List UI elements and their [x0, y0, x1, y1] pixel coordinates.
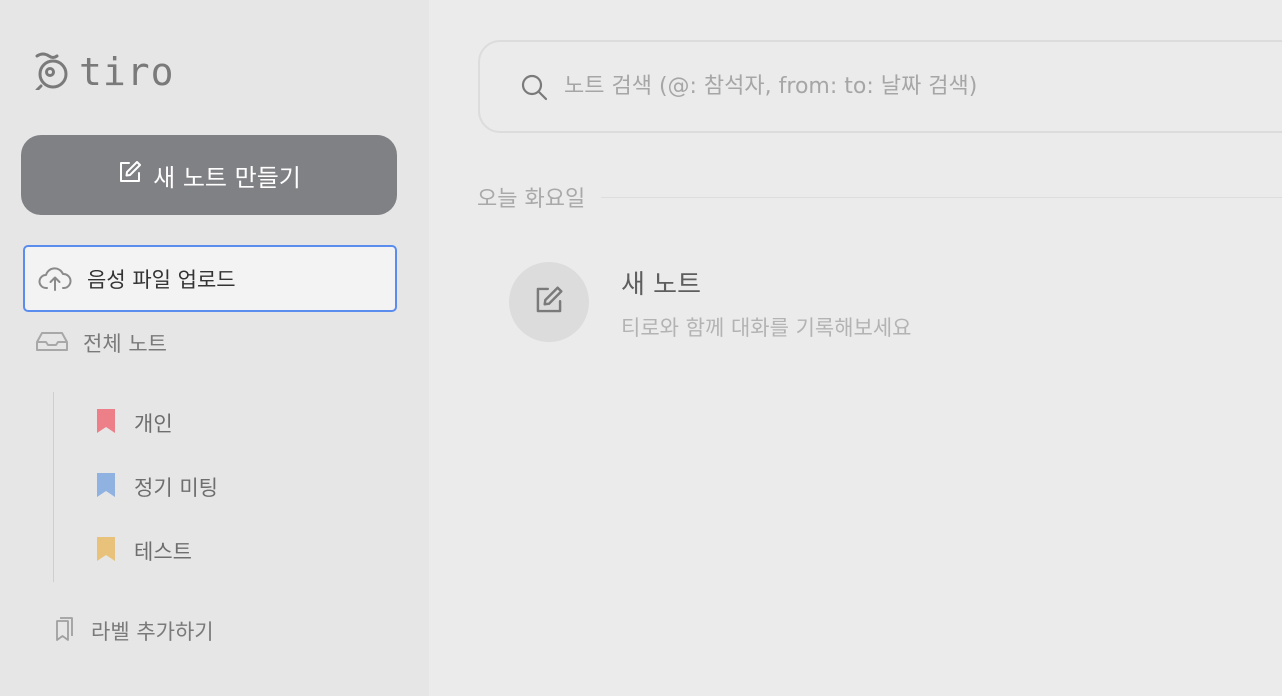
all-notes-label: 전체 노트: [83, 332, 167, 356]
search-input[interactable]: [562, 73, 1266, 100]
label-tree-line: [53, 392, 54, 582]
note-subtitle: 티로와 함께 대화를 기록해보세요: [621, 316, 912, 340]
add-label-text: 라벨 추가하기: [91, 620, 214, 644]
add-label-button[interactable]: 라벨 추가하기: [53, 611, 214, 651]
label-item-personal[interactable]: 개인: [96, 403, 173, 443]
cloud-upload-icon: [37, 266, 73, 292]
new-note-label: 새 노트 만들기: [153, 163, 301, 192]
new-note-button[interactable]: 새 노트 만들기: [21, 135, 397, 215]
upload-audio-button[interactable]: 음성 파일 업로드: [23, 245, 397, 312]
all-notes-nav-item[interactable]: 전체 노트: [35, 323, 167, 363]
label-name: 테스트: [134, 540, 192, 564]
label-name: 개인: [134, 412, 173, 436]
bookmark-icon: [96, 536, 116, 567]
sidebar: tiro 새 노트 만들기 음성 파일 업로드 전체 노트 개인 정기 미팅 테…: [0, 0, 429, 696]
edit-icon: [533, 284, 565, 320]
section-divider: [601, 196, 1282, 198]
logo-text: tiro: [79, 50, 175, 94]
app-logo[interactable]: tiro: [33, 52, 175, 92]
date-section-title: 오늘 화요일: [477, 187, 586, 212]
new-note-card[interactable]: 새 노트 티로와 함께 대화를 기록해보세요: [509, 262, 1109, 344]
date-section-header: 오늘 화요일: [477, 178, 1282, 216]
note-title: 새 노트: [621, 270, 702, 300]
inbox-icon: [35, 330, 69, 357]
tiro-logo-icon: [33, 50, 73, 94]
bookmarks-outline-icon: [53, 616, 75, 647]
search-bar[interactable]: [478, 40, 1282, 133]
bookmark-icon: [96, 472, 116, 503]
label-name: 정기 미팅: [134, 476, 218, 500]
label-item-test[interactable]: 테스트: [96, 531, 192, 571]
note-icon-circle: [509, 262, 589, 342]
edit-icon: [117, 159, 143, 191]
label-item-regular-meeting[interactable]: 정기 미팅: [96, 467, 218, 507]
search-icon: [520, 73, 548, 101]
bookmark-icon: [96, 408, 116, 439]
upload-audio-label: 음성 파일 업로드: [87, 267, 236, 292]
